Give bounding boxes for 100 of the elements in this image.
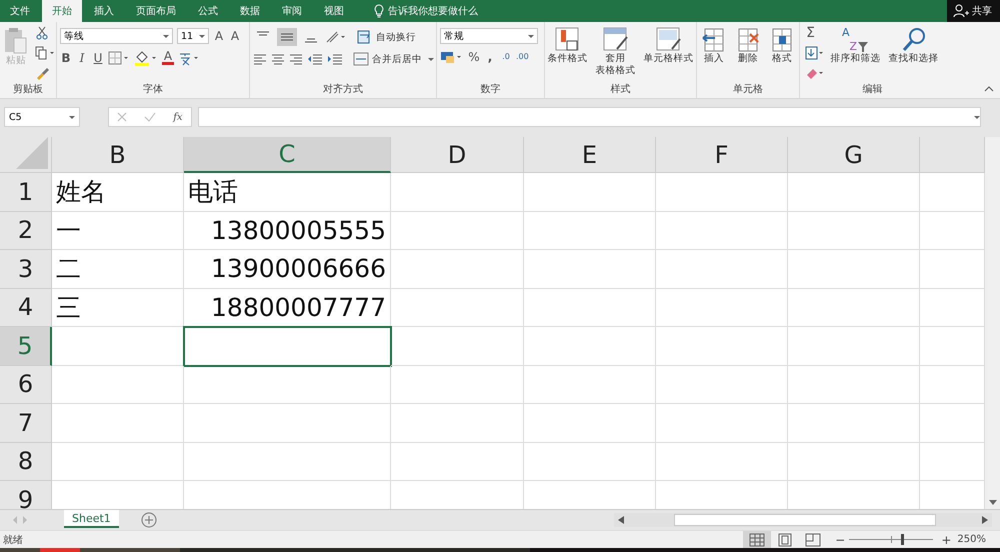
row-header[interactable]: 5 xyxy=(0,327,52,366)
sort-filter-button[interactable]: A Z 排序和筛选 xyxy=(828,26,882,66)
style-button[interactable]: 单元格样式 xyxy=(642,26,696,66)
autosum-button[interactable]: Σ xyxy=(804,26,816,40)
right-arrow-icon[interactable] xyxy=(982,516,988,524)
shrink-font-button[interactable]: A xyxy=(229,29,241,43)
view-button[interactable] xyxy=(743,531,772,548)
add-sheet-icon[interactable] xyxy=(140,512,157,528)
zoom-slider[interactable] xyxy=(849,534,934,545)
column-header[interactable]: D xyxy=(391,137,524,173)
ribbon-tab[interactable]: 文件 xyxy=(0,0,40,22)
align-lines-icon xyxy=(280,33,294,41)
sheet-tab[interactable]: Sheet1 xyxy=(64,510,119,528)
magnifier-icon xyxy=(900,27,926,53)
percent-button[interactable]: % xyxy=(468,50,480,64)
scissors-icon[interactable] xyxy=(35,26,49,40)
ribbon-tab[interactable]: 开始 xyxy=(42,0,82,22)
row-header[interactable]: 8 xyxy=(0,442,52,481)
share-button[interactable]: 共享 xyxy=(947,0,1000,22)
border-icon[interactable] xyxy=(108,51,130,65)
active-cell[interactable] xyxy=(184,327,391,366)
grow-font-button[interactable]: A xyxy=(213,29,225,43)
table-cell: 三 xyxy=(52,288,184,327)
zoom-level[interactable]: 250% xyxy=(957,534,986,545)
column-header[interactable]: F xyxy=(656,137,788,173)
row-header[interactable]: 3 xyxy=(0,250,52,288)
ribbon-tab[interactable]: 插入 xyxy=(84,0,124,22)
merge-cells-icon xyxy=(353,52,369,66)
align-center-icon[interactable] xyxy=(271,53,285,65)
table-cell: 一 xyxy=(52,212,184,250)
ribbon-tab[interactable]: 审阅 xyxy=(272,0,312,22)
increase-indent-icon[interactable] xyxy=(327,53,343,65)
sort-letter: A xyxy=(842,27,850,39)
horizontal-scrollbar[interactable] xyxy=(614,513,992,527)
align-right-icon[interactable] xyxy=(289,53,303,65)
scroll-thumb[interactable] xyxy=(674,514,936,526)
decrease-decimal-button[interactable]: .00 xyxy=(516,50,529,64)
group-label: 字体 xyxy=(142,82,164,97)
collapse-ribbon-icon[interactable] xyxy=(984,86,994,92)
brush-icon[interactable] xyxy=(35,66,49,80)
copy-icon[interactable] xyxy=(35,46,55,60)
italic-button[interactable]: I xyxy=(76,51,88,65)
currency-icon[interactable] xyxy=(440,50,464,64)
orientation-icon[interactable] xyxy=(325,30,347,44)
ribbon-tab[interactable]: 页面布局 xyxy=(126,0,186,22)
button-label: 排序和筛选 xyxy=(830,53,880,65)
lightbulb-icon xyxy=(374,4,384,18)
row-header[interactable]: 7 xyxy=(0,404,52,442)
cell-button[interactable]: 删除 xyxy=(733,26,763,66)
down-arrow-icon[interactable] xyxy=(988,500,996,505)
decrease-indent-icon[interactable] xyxy=(307,53,323,65)
row-header[interactable]: 2 xyxy=(0,212,52,250)
slider-thumb[interactable] xyxy=(901,534,904,545)
person-icon xyxy=(953,4,969,18)
font-color-button[interactable]: A xyxy=(162,51,174,65)
column-header[interactable]: B xyxy=(52,137,184,173)
comma-button[interactable]: , xyxy=(484,50,496,64)
number-format-dropdown[interactable]: 常规 xyxy=(440,28,538,44)
font-name-dropdown[interactable]: 等线 xyxy=(60,28,173,44)
column-header[interactable]: C xyxy=(184,137,391,173)
cell-button[interactable]: 插入 xyxy=(699,26,729,66)
merge-center-button[interactable]: 合并后居中 xyxy=(353,52,434,66)
eraser-icon[interactable] xyxy=(804,66,824,80)
font-size-dropdown[interactable]: 11 xyxy=(177,28,209,44)
fill-down-icon[interactable] xyxy=(804,46,824,60)
row-header[interactable]: 9 xyxy=(0,481,52,509)
find-select-button[interactable]: 查找和选择 xyxy=(886,26,940,66)
tell-me-search[interactable]: 告诉我你想要做什么 xyxy=(374,0,478,22)
vertical-scrollbar[interactable] xyxy=(985,137,1000,509)
zoom-in-button[interactable]: + xyxy=(941,532,952,546)
table-cell: 二 xyxy=(52,250,184,288)
row-header[interactable]: 4 xyxy=(0,288,52,327)
align-left-icon[interactable] xyxy=(253,53,267,65)
row-header[interactable]: 1 xyxy=(0,173,52,212)
align-lines-icon xyxy=(304,38,318,43)
style-button[interactable]: 套用 表格格式 xyxy=(594,26,638,78)
insert-function-button[interactable]: fx xyxy=(173,112,183,122)
wrap-text-button[interactable]: 自动换行 xyxy=(357,30,416,44)
table-style-icon xyxy=(654,27,684,53)
formula-input[interactable] xyxy=(198,107,981,127)
ribbon-tab[interactable]: 视图 xyxy=(314,0,354,22)
button-label: 套用 xyxy=(606,53,626,65)
underline-button[interactable]: U xyxy=(92,51,104,65)
style-button[interactable]: 条件格式 xyxy=(546,26,590,66)
row-header[interactable]: 6 xyxy=(0,366,52,404)
left-arrow-icon[interactable] xyxy=(618,516,624,524)
table-cell: 18800007777 xyxy=(184,288,391,327)
zoom-out-button[interactable]: − xyxy=(835,532,846,546)
column-header[interactable]: E xyxy=(524,137,656,173)
align-button[interactable] xyxy=(277,28,297,46)
name-box[interactable]: C5 xyxy=(4,107,80,127)
bold-button[interactable]: B xyxy=(60,51,72,65)
table-cell: 姓名 xyxy=(52,173,184,212)
ribbon-tab[interactable]: 数据 xyxy=(230,0,270,22)
increase-decimal-button[interactable]: .0 xyxy=(500,50,512,64)
fill-color-icon[interactable] xyxy=(134,50,158,66)
column-header[interactable]: G xyxy=(788,137,920,173)
ribbon-tab[interactable]: 公式 xyxy=(188,0,228,22)
table-cell: 13900006666 xyxy=(184,250,391,288)
cell-button[interactable]: 格式 xyxy=(767,26,797,66)
